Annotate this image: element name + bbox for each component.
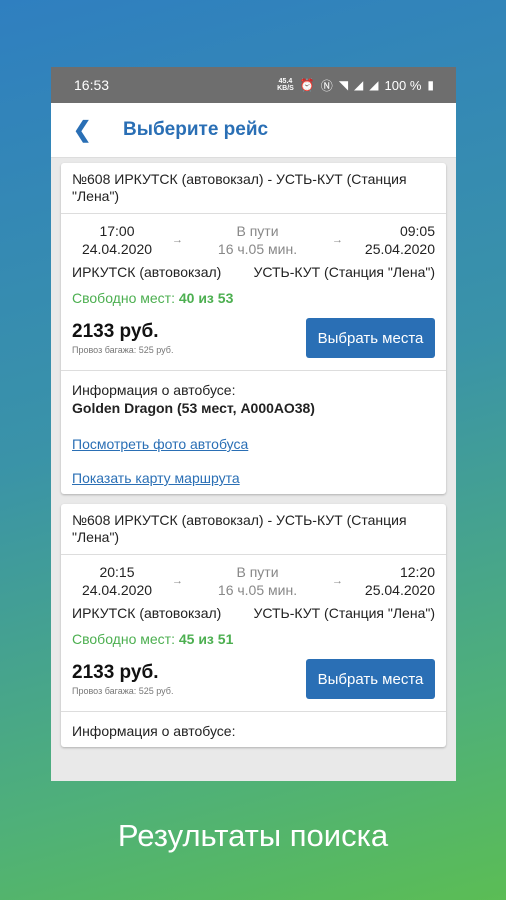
trip-times: 20:15 24.04.2020 → В пути 16 ч.05 мин. →… xyxy=(72,563,435,599)
trip-details: 17:00 24.04.2020 → В пути 16 ч.05 мин. →… xyxy=(61,214,446,371)
status-bar: 16:53 45.4 KB/S ⏰ Ⓝ ◥ ◢ ◢ 100 % ▮ xyxy=(51,67,456,103)
status-icons: 45.4 KB/S ⏰ Ⓝ ◥ ◢ ◢ 100 % ▮ xyxy=(277,77,434,94)
price-row: 2133 руб. Провоз багажа: 525 руб. Выбрат… xyxy=(72,659,435,699)
nfc-icon: Ⓝ xyxy=(320,78,333,93)
bus-name: Golden Dragon (53 мест, А000АО38) xyxy=(72,400,315,416)
travel-duration: → В пути 16 ч.05 мин. → xyxy=(162,563,343,599)
speed-unit: KB/S xyxy=(277,85,294,92)
departure-date: 24.04.2020 xyxy=(81,241,153,257)
route-map-link[interactable]: Показать карту маршрута xyxy=(72,470,435,486)
select-seats-button[interactable]: Выбрать места xyxy=(306,659,435,699)
in-transit-label: В пути xyxy=(236,223,279,239)
departure: 20:15 24.04.2020 xyxy=(72,563,162,599)
arrival-date: 25.04.2020 xyxy=(364,241,435,257)
departure-time: 20:15 xyxy=(99,564,135,580)
baggage-price: Провоз багажа: 525 руб. xyxy=(72,686,174,696)
arrow-right-icon: → xyxy=(332,234,343,246)
ticket-price: 2133 руб. xyxy=(72,321,159,342)
arrival-time: 12:20 xyxy=(399,564,435,580)
trip-card: №608 ИРКУТСК (автовокзал) - УСТЬ-КУТ (Ст… xyxy=(61,163,446,494)
arrow-right-icon: → xyxy=(172,575,183,587)
back-arrow-icon[interactable]: ❮ xyxy=(73,117,123,143)
bus-info: Информация о автобусе: xyxy=(61,712,446,747)
status-time: 16:53 xyxy=(74,77,110,93)
duration-value: 16 ч.05 мин. xyxy=(217,582,298,598)
price-block: 2133 руб. Провоз багажа: 525 руб. xyxy=(72,321,173,355)
arrival-time: 09:05 xyxy=(399,223,435,239)
free-seats-value: 40 из 53 xyxy=(178,290,234,306)
free-seats: Свободно мест: 40 из 53 xyxy=(72,290,435,306)
free-seats: Свободно мест: 45 из 51 xyxy=(72,631,435,647)
price-block: 2133 руб. Провоз багажа: 525 руб. xyxy=(72,662,173,696)
signal-icon: ◢ xyxy=(354,78,364,92)
baggage-price: Провоз багажа: 525 руб. xyxy=(72,345,174,355)
bus-photo-link[interactable]: Посмотреть фото автобуса xyxy=(72,436,435,452)
phone-screen: 16:53 45.4 KB/S ⏰ Ⓝ ◥ ◢ ◢ 100 % ▮ ❮ Выбе… xyxy=(51,67,456,781)
page-title: Выберите рейс xyxy=(123,119,269,140)
ticket-price: 2133 руб. xyxy=(72,662,159,683)
travel-duration: → В пути 16 ч.05 мин. → xyxy=(162,222,343,258)
arrival: 12:20 25.04.2020 xyxy=(343,563,435,599)
bus-info-label: Информация о автобусе: xyxy=(72,382,236,398)
arrow-right-icon: → xyxy=(172,234,183,246)
stations: ИРКУТСК (автовокзал) УСТЬ-КУТ (Станция "… xyxy=(72,264,435,280)
arrow-right-icon: → xyxy=(332,575,343,587)
departure-date: 24.04.2020 xyxy=(81,582,153,598)
arrival: 09:05 25.04.2020 xyxy=(343,222,435,258)
price-row: 2133 руб. Провоз багажа: 525 руб. Выбрат… xyxy=(72,318,435,358)
bus-info-label: Информация о автобусе: xyxy=(72,723,236,739)
duration-block: В пути 16 ч.05 мин. xyxy=(218,222,297,258)
from-station: ИРКУТСК (автовокзал) xyxy=(72,605,222,621)
promo-caption: Результаты поиска xyxy=(117,818,389,853)
arrival-date: 25.04.2020 xyxy=(364,582,435,598)
duration-value: 16 ч.05 мин. xyxy=(217,241,298,257)
trip-times: 17:00 24.04.2020 → В пути 16 ч.05 мин. →… xyxy=(72,222,435,258)
battery-percent: 100 % xyxy=(384,77,422,93)
app-bar: ❮ Выберите рейс xyxy=(51,103,456,158)
wifi-icon: ◥ xyxy=(338,78,349,92)
to-station: УСТЬ-КУТ (Станция "Лена") xyxy=(253,605,435,621)
to-station: УСТЬ-КУТ (Станция "Лена") xyxy=(253,264,435,280)
departure: 17:00 24.04.2020 xyxy=(72,222,162,258)
free-seats-label: Свободно мест: xyxy=(72,290,175,306)
trip-details: 20:15 24.04.2020 → В пути 16 ч.05 мин. →… xyxy=(61,555,446,712)
bus-info: Информация о автобусе: Golden Dragon (53… xyxy=(61,371,446,494)
trip-card: №608 ИРКУТСК (автовокзал) - УСТЬ-КУТ (Ст… xyxy=(61,504,446,747)
signal-2-icon: ◢ xyxy=(369,78,379,92)
stations: ИРКУТСК (автовокзал) УСТЬ-КУТ (Станция "… xyxy=(72,605,435,621)
select-seats-button[interactable]: Выбрать места xyxy=(306,318,435,358)
alarm-icon: ⏰ xyxy=(299,78,315,92)
trip-route: №608 ИРКУТСК (автовокзал) - УСТЬ-КУТ (Ст… xyxy=(61,504,446,555)
in-transit-label: В пути xyxy=(236,564,279,580)
battery-icon: ▮ xyxy=(427,78,434,92)
trip-list[interactable]: №608 ИРКУТСК (автовокзал) - УСТЬ-КУТ (Ст… xyxy=(51,158,456,747)
speed-value: 45.4 xyxy=(278,78,293,85)
network-speed: 45.4 KB/S xyxy=(277,78,294,92)
trip-route: №608 ИРКУТСК (автовокзал) - УСТЬ-КУТ (Ст… xyxy=(61,163,446,214)
departure-time: 17:00 xyxy=(99,223,135,239)
free-seats-label: Свободно мест: xyxy=(72,631,175,647)
duration-block: В пути 16 ч.05 мин. xyxy=(218,563,297,599)
free-seats-value: 45 из 51 xyxy=(178,631,234,647)
from-station: ИРКУТСК (автовокзал) xyxy=(72,264,222,280)
